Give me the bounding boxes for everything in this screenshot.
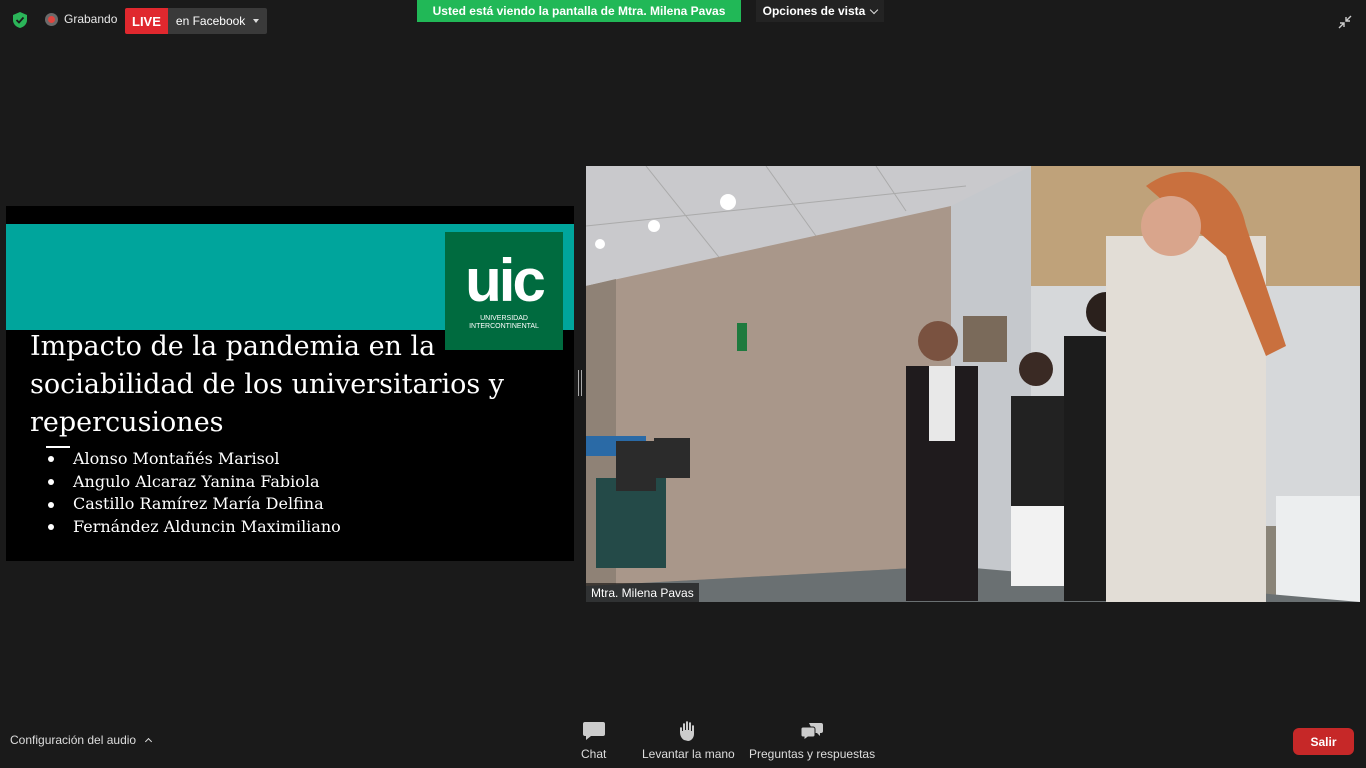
view-options-label: Opciones de vista — [762, 4, 866, 18]
chevron-up-icon — [145, 737, 153, 746]
exit-fullscreen-icon[interactable] — [1332, 9, 1358, 35]
live-badge: LIVE — [125, 8, 168, 34]
author-item: Alonso Montañés Marisol — [48, 448, 341, 471]
audio-settings-label: Configuración del audio — [10, 733, 137, 747]
chevron-down-icon — [870, 5, 879, 14]
recording-indicator[interactable]: Grabando — [45, 12, 117, 26]
logo-subtitle-line1: UNIVERSIDAD — [480, 315, 528, 322]
raise-hand-button[interactable]: Levantar la mano — [642, 720, 735, 761]
slide-title-line: sociabilidad de los universitarios y — [30, 369, 505, 400]
slide-title-line: Impacto de la pandemia en la — [30, 331, 436, 362]
raise-hand-label: Levantar la mano — [642, 747, 735, 761]
hand-icon — [680, 721, 695, 741]
slide-title-line: repercusiones — [30, 407, 224, 438]
participant-video — [586, 166, 1360, 602]
chat-icon — [582, 722, 605, 740]
qa-button[interactable]: Preguntas y respuestas — [749, 720, 875, 761]
view-options-button[interactable]: Opciones de vista — [756, 0, 884, 22]
audio-settings-button[interactable]: Configuración del audio — [10, 733, 153, 747]
caret-down-icon — [253, 19, 260, 23]
live-destination-dropdown[interactable]: en Facebook — [167, 8, 268, 34]
logo-text: uic — [465, 247, 546, 314]
author-list: Alonso Montañés Marisol Angulo Alcaraz Y… — [48, 448, 341, 539]
qa-icon — [800, 723, 824, 741]
chat-label: Chat — [581, 747, 607, 761]
qa-label: Preguntas y respuestas — [749, 747, 876, 761]
recording-icon — [45, 12, 58, 26]
chat-button[interactable]: Chat — [581, 720, 606, 761]
live-destination-label: en Facebook — [175, 14, 246, 28]
live-stream-indicator[interactable]: LIVE en Facebook — [125, 8, 268, 34]
author-item: Castillo Ramírez María Delfina — [48, 493, 341, 516]
author-item: Angulo Alcaraz Yanina Fabiola — [48, 471, 341, 494]
shared-screen-slide: uic UNIVERSIDAD INTERCONTINENTAL Impacto… — [6, 206, 574, 561]
participant-name-label: Mtra. Milena Pavas — [586, 583, 699, 602]
split-view-divider-handle[interactable] — [578, 370, 582, 396]
leave-button[interactable]: Salir — [1293, 728, 1354, 755]
slide-title: Impacto de la pandemia en la sociabilida… — [30, 328, 550, 442]
author-item: Fernández Alduncin Maximiliano — [48, 516, 341, 539]
viewing-screen-banner: Usted está viendo la pantalla de Mtra. M… — [417, 0, 741, 22]
security-shield-icon[interactable] — [11, 11, 29, 29]
recording-label: Grabando — [64, 12, 118, 26]
